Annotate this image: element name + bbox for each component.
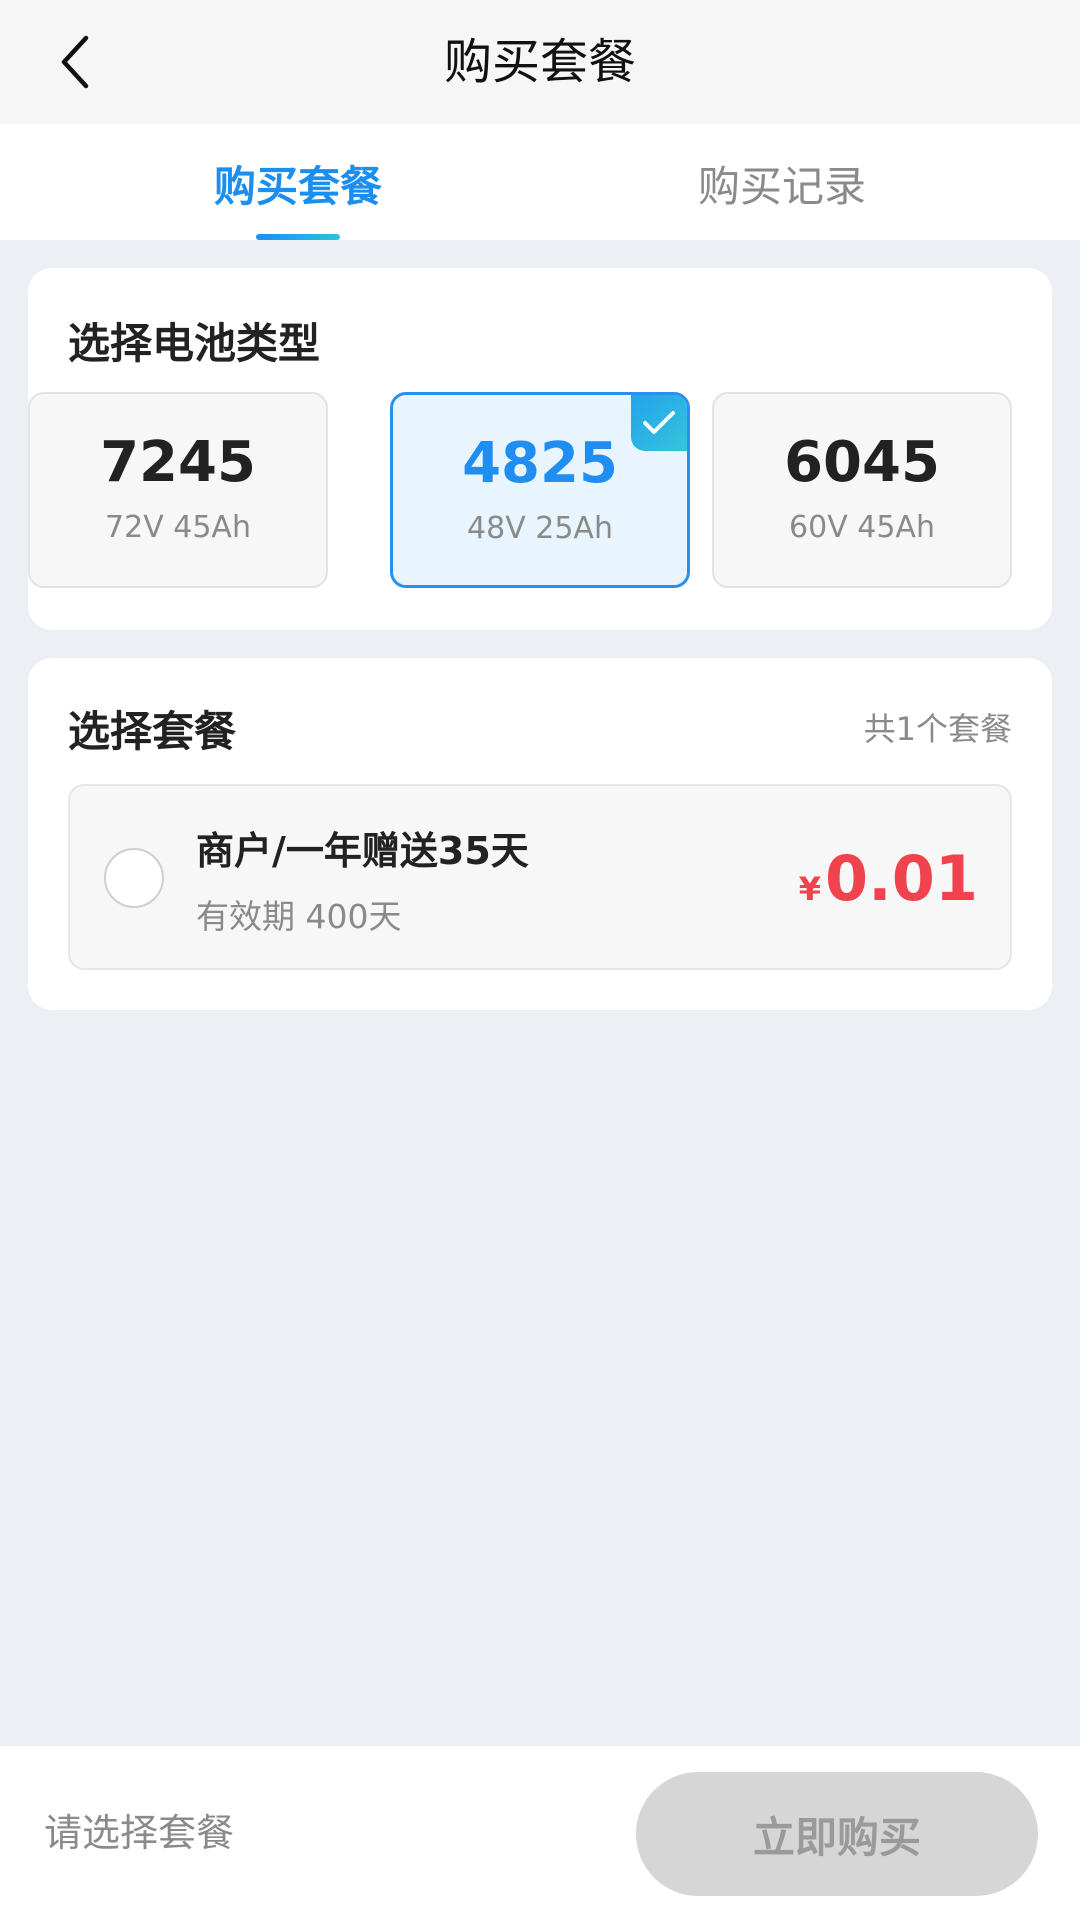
battery-spec: 72V 45Ah: [105, 510, 251, 545]
active-tab-indicator: [256, 234, 340, 240]
battery-section-title: 选择电池类型: [68, 319, 321, 368]
battery-option-7245[interactable]: 7245 72V 45Ah: [28, 392, 328, 588]
selected-badge: [631, 395, 687, 451]
battery-option-6045[interactable]: 6045 60V 45Ah: [712, 392, 1012, 588]
package-count: 共1个套餐: [863, 710, 1012, 748]
battery-spec: 48V 25Ah: [467, 511, 613, 546]
battery-type-card: 选择电池类型 4825 48V 25Ah 6045 60V 45Ah 7245 …: [28, 268, 1052, 630]
app-header: 购买套餐: [0, 0, 1080, 124]
battery-code: 6045: [784, 430, 940, 495]
package-item[interactable]: 商户/一年赠送35天 有效期 400天 ¥0.01: [68, 784, 1012, 970]
selection-hint: 请选择套餐: [44, 1811, 235, 1855]
tab-buy-package[interactable]: 购买套餐: [98, 124, 498, 240]
tab-bar: 购买套餐 购买记录: [0, 124, 1080, 240]
package-name: 商户/一年赠送35天: [196, 829, 529, 873]
package-section-title: 选择套餐: [68, 707, 237, 756]
package-validity: 有效期 400天: [196, 897, 402, 936]
battery-code: 7245: [100, 430, 256, 495]
buy-now-button[interactable]: 立即购买: [636, 1772, 1038, 1896]
battery-spec: 60V 45Ah: [789, 510, 935, 545]
package-price: ¥0.01: [799, 842, 978, 915]
currency-symbol: ¥: [798, 870, 822, 908]
bottom-action-bar: 请选择套餐 立即购买: [0, 1746, 1080, 1920]
price-value: 0.01: [825, 842, 978, 915]
checkmark-icon: [643, 411, 675, 434]
battery-option-4825[interactable]: 4825 48V 25Ah: [390, 392, 690, 588]
package-radio[interactable]: [104, 848, 164, 908]
tab-purchase-records[interactable]: 购买记录: [582, 124, 982, 240]
package-card: 选择套餐 共1个套餐 商户/一年赠送35天 有效期 400天 ¥0.01: [28, 658, 1052, 1010]
page-title: 购买套餐: [443, 34, 636, 90]
